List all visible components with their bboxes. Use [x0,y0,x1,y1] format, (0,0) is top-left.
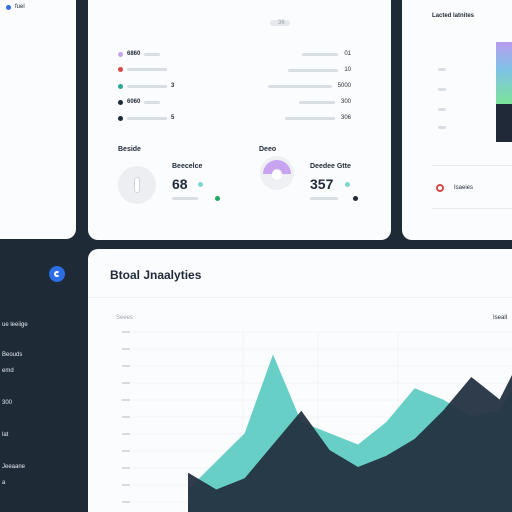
stats-left-bar [144,52,161,56]
right-widget-bar [310,197,338,200]
left-widget-title: Beside [118,146,141,153]
y-tick [122,450,130,452]
person-icon [134,177,140,193]
y-tick [122,365,130,367]
stats-left-bar [127,84,167,88]
stats-left-value: 6860 [127,51,141,57]
stats-right-value: 10 [344,67,351,73]
top-right-axis [438,68,448,129]
analytics-title: Btoal Jnaalyties [110,268,202,282]
top-right-title: Lacted latnites [432,13,475,19]
top-left-card: fuel [0,0,76,239]
right-widget-subtitle: Deedee Gtte [310,163,351,170]
top-right-divider [432,165,512,166]
left-widget-green-dot [215,196,220,201]
series-dot-icon [118,83,123,89]
stats-left-row: 6860 [118,51,164,57]
area-series-2 [188,375,512,512]
nav-label: fuel [15,4,25,10]
sidebar-logo-icon[interactable] [49,266,65,282]
left-widget-bar [172,197,198,200]
stats-right-row: 10 [288,67,351,73]
right-widget-ring [258,154,296,192]
series-dot-icon [118,67,123,72]
top-right-dark-bar [496,104,512,142]
right-widget-dark-dot [353,196,358,201]
analytics-left-label: Seees [116,315,134,321]
y-tick [122,331,130,333]
progress-ring-icon [260,156,294,190]
stats-left-row: 6060 [118,99,164,105]
analytics-chart [122,331,512,512]
stats-right-value: 5000 [337,83,351,89]
sidebar-item[interactable]: Beouds [2,352,22,358]
stats-left-row [118,67,171,72]
stats-right-bar [267,84,332,88]
y-tick [122,433,130,435]
analytics-panel: Btoal Jnaalyties Seees Iseall [88,249,512,512]
stats-right-row: 306 [284,115,351,121]
stats-left-suffix: 3 [171,83,175,89]
right-widget-title: Deeo [259,146,277,153]
series-dot-icon [118,51,123,57]
sidebar-item[interactable]: 300 [2,400,12,406]
legend-label: Isaeies [454,185,474,191]
stats-left-row: 5 [118,115,174,121]
stats-header-value: 36 [278,20,285,26]
left-widget-icon [118,166,156,204]
top-right-card: Lacted latnites Isaeies [402,0,512,240]
sidebar: ue leeiige Beouds emd 300 lat Jeeaane a [0,240,86,512]
analytics-divider [88,297,512,298]
left-widget-teal-dot [198,182,203,187]
stats-left-row: 3 [118,83,174,89]
y-tick [122,382,130,384]
analytics-right-label: Iseall [493,315,508,321]
y-tick [122,399,130,401]
right-widget-teal-dot [345,182,350,187]
stats-right-bar [284,116,335,120]
stats-left-value: 6060 [127,99,141,105]
y-tick [122,484,130,486]
top-right-divider-2 [432,208,512,209]
stats-right-row: 01 [302,51,351,57]
stats-right-row: 300 [298,99,351,105]
stats-right-value: 306 [340,115,351,121]
y-tick [122,501,130,503]
y-tick [122,416,130,418]
stats-right-value: 300 [340,99,351,105]
sidebar-item[interactable]: lat [2,432,8,438]
stats-left-bar [127,116,167,120]
sidebar-item[interactable]: a [2,480,5,486]
series-dot-icon [118,115,123,121]
top-right-legend: Isaeies [436,184,473,192]
stats-right-bar [288,68,339,72]
stats-right-bar [298,100,335,104]
stats-right-value: 01 [344,51,351,57]
stats-left-suffix: 5 [171,115,175,121]
stats-left-bar [144,100,161,104]
left-widget-subtitle: Beecelce [172,163,203,170]
nav-item[interactable]: fuel [6,4,25,10]
legend-alert-icon [436,184,444,192]
y-tick [122,467,130,469]
stats-card: 36 6860 3 6060 5 01 10 5000 300 306 Beside Beec… [88,0,391,240]
left-widget-value: 68 [172,176,188,192]
series-dot-icon [118,99,123,105]
stats-right-row: 5000 [267,83,351,89]
stats-right-bar [302,52,339,56]
stats-left-bar [127,68,167,71]
right-widget-value: 357 [310,176,334,192]
y-tick [122,348,130,350]
top-right-gradient-bar [496,42,512,104]
sidebar-item[interactable]: Jeeaane [2,464,25,470]
nav-dot-icon [6,4,11,10]
sidebar-item[interactable]: ue leeiige [2,322,28,328]
sidebar-item[interactable]: emd [2,368,14,374]
